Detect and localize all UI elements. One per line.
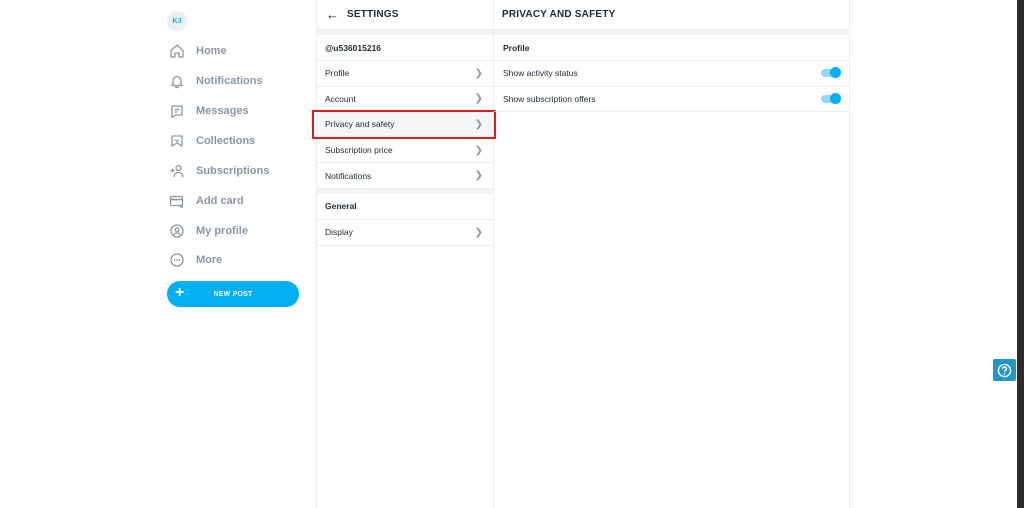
nav-item-subscriptions[interactable]: Subscriptions [168,160,298,182]
privacy-header: PRIVACY AND SAFETY [494,0,849,30]
settings-title: SETTINGS [347,9,399,20]
plus-icon: + [175,284,185,301]
nav-item-label: Notifications [196,75,263,87]
help-button[interactable] [993,359,1016,381]
activity-status-toggle[interactable] [821,67,841,79]
collections-icon [168,132,186,150]
settings-item-label: Notifications [325,170,372,181]
toggle-knob [830,67,841,79]
nav-item-home[interactable]: Home [168,40,298,62]
nav-item-label: Add card [196,195,244,207]
card-icon [168,192,186,210]
settings-item-subscription-price[interactable]: Subscription price ❯ [317,138,493,164]
settings-item-privacy-and-safety[interactable]: Privacy and safety ❯ [312,110,496,139]
nav-item-collections[interactable]: Collections [168,130,298,152]
nav-item-notifications[interactable]: Notifications [168,70,298,92]
settings-item-account[interactable]: Account ❯ [317,87,493,113]
toggle-row-subscription-offers: Show subscription offers [494,87,849,113]
toggle-knob [830,92,841,104]
nav-item-label: More [196,254,223,266]
settings-item-label: Profile [325,68,350,79]
chevron-right-icon: ❯ [474,93,483,105]
subscriptions-icon [168,162,186,180]
nav-item-my-profile[interactable]: My profile [168,220,298,242]
nav-item-label: Collections [196,135,256,147]
settings-item-label: Account [325,93,356,104]
profile-section-label: Profile [494,35,849,61]
profile-icon [168,222,186,240]
settings-item-profile[interactable]: Profile ❯ [317,61,493,87]
nav-item-label: My profile [196,225,248,237]
scrollbar[interactable] [1017,0,1024,508]
new-post-button[interactable]: + NEW POST [167,281,299,307]
nav-item-label: Home [196,45,227,57]
chevron-right-icon: ❯ [474,170,483,182]
general-label: General [317,194,493,220]
nav-item-label: Messages [196,105,249,117]
subscription-offers-toggle[interactable] [821,92,841,104]
settings-item-label: Privacy and safety [325,119,395,130]
settings-header: ← SETTINGS [317,0,493,30]
new-post-label: NEW POST [213,290,253,298]
message-icon [168,102,186,120]
help-icon [997,363,1012,377]
chevron-right-icon: ❯ [474,144,483,156]
nav-item-more[interactable]: More [168,249,298,271]
privacy-title: PRIVACY AND SAFETY [502,9,616,20]
settings-item-display[interactable]: Display ❯ [317,220,493,246]
toggle-label: Show activity status [503,68,578,79]
chevron-right-icon: ❯ [474,67,483,79]
toggle-row-activity-status: Show activity status [494,61,849,87]
more-icon [168,251,186,269]
bell-icon [168,72,186,90]
nav-item-add-card[interactable]: Add card [168,190,298,212]
settings-panel: ← SETTINGS @u536015216 Profile ❯ Account… [312,0,496,508]
settings-item-notifications[interactable]: Notifications ❯ [317,163,493,189]
nav-item-label: Subscriptions [196,165,270,177]
avatar[interactable]: KJ [167,11,187,31]
nav-item-messages[interactable]: Messages [168,100,298,122]
home-icon [168,42,186,60]
back-arrow-icon[interactable]: ← [326,7,339,22]
settings-item-label: Subscription price [325,145,393,156]
privacy-panel: PRIVACY AND SAFETY Profile Show activity… [494,0,850,508]
main-navigation: KJ Home Notifications Messages Collectio… [160,0,316,508]
chevron-right-icon: ❯ [474,226,483,238]
settings-item-label: Display [325,227,353,238]
toggle-label: Show subscription offers [503,93,596,104]
chevron-right-icon: ❯ [474,118,483,130]
username-label: @u536015216 [317,35,493,61]
